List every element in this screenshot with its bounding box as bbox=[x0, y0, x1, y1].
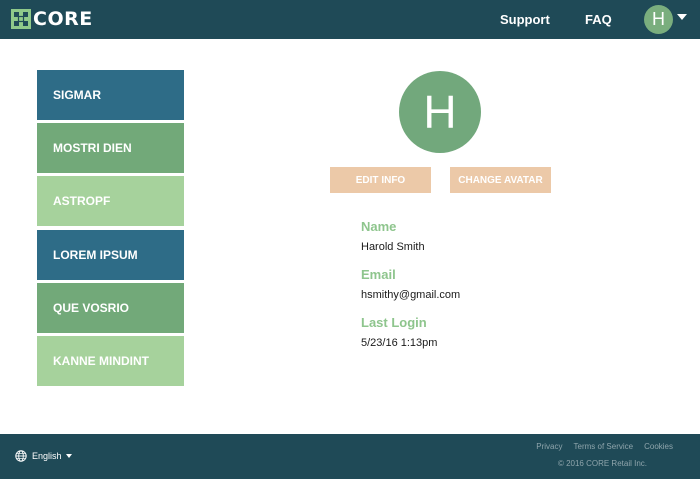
privacy-link[interactable]: Privacy bbox=[536, 442, 562, 451]
profile-avatar: H bbox=[399, 71, 481, 153]
sidebar-item-lorem-ipsum[interactable]: LOREM IPSUM bbox=[37, 230, 184, 280]
sidebar-item-label: LOREM IPSUM bbox=[53, 248, 138, 262]
logo-text: CORE bbox=[33, 8, 93, 30]
terms-link[interactable]: Terms of Service bbox=[574, 442, 634, 451]
sidebar-item-label: MOSTRI DIEN bbox=[53, 141, 132, 155]
user-avatar-initial: H bbox=[652, 9, 665, 29]
sidebar-item-que-vosrio[interactable]: QUE VOSRIO bbox=[37, 283, 184, 333]
email-value: hsmithy@gmail.com bbox=[361, 289, 461, 301]
nav-faq-link[interactable]: FAQ bbox=[585, 12, 612, 27]
name-value: Harold Smith bbox=[361, 241, 425, 253]
name-label: Name bbox=[361, 219, 397, 234]
footer-links: Privacy Terms of Service Cookies bbox=[536, 442, 673, 451]
profile-avatar-initial: H bbox=[423, 86, 457, 138]
top-header: CORE Support FAQ H bbox=[0, 0, 700, 39]
last-login-label: Last Login bbox=[361, 315, 427, 330]
last-login-value: 5/23/16 1:13pm bbox=[361, 337, 438, 349]
language-selector[interactable]: English bbox=[15, 450, 72, 462]
cookies-link[interactable]: Cookies bbox=[644, 442, 673, 451]
nav-support-link[interactable]: Support bbox=[500, 12, 550, 27]
core-logo[interactable]: CORE bbox=[11, 8, 93, 30]
logo-mark-icon bbox=[11, 9, 31, 29]
sidebar-item-sigmar[interactable]: SIGMAR bbox=[37, 70, 184, 120]
sidebar-item-label: KANNE MINDINT bbox=[53, 354, 149, 368]
sidebar-item-label: ASTROPF bbox=[53, 194, 111, 208]
sidebar-item-kanne-mindint[interactable]: KANNE MINDINT bbox=[37, 336, 184, 386]
sidebar-menu: SIGMAR MOSTRI DIEN ASTROPF LOREM IPSUM Q… bbox=[37, 70, 184, 389]
chevron-down-icon bbox=[65, 454, 72, 458]
edit-info-label: EDIT INFO bbox=[355, 174, 406, 186]
change-avatar-label: CHANGE AVATAR bbox=[458, 174, 543, 186]
email-label: Email bbox=[361, 267, 396, 282]
copyright-text: © 2016 CORE Retail Inc. bbox=[557, 459, 647, 468]
globe-icon bbox=[15, 450, 27, 462]
sidebar-item-label: QUE VOSRIO bbox=[53, 301, 130, 315]
user-avatar-button[interactable]: H bbox=[644, 5, 673, 34]
sidebar-item-astropf[interactable]: ASTROPF bbox=[37, 176, 184, 226]
page-footer: English bbox=[0, 434, 700, 479]
chevron-down-icon[interactable] bbox=[677, 14, 687, 20]
edit-info-button[interactable]: EDIT INFO bbox=[330, 167, 431, 193]
change-avatar-button[interactable]: CHANGE AVATAR bbox=[450, 167, 551, 193]
sidebar-item-label: SIGMAR bbox=[53, 88, 101, 102]
language-label: English bbox=[32, 451, 62, 461]
sidebar-item-mostri-dien[interactable]: MOSTRI DIEN bbox=[37, 123, 184, 173]
